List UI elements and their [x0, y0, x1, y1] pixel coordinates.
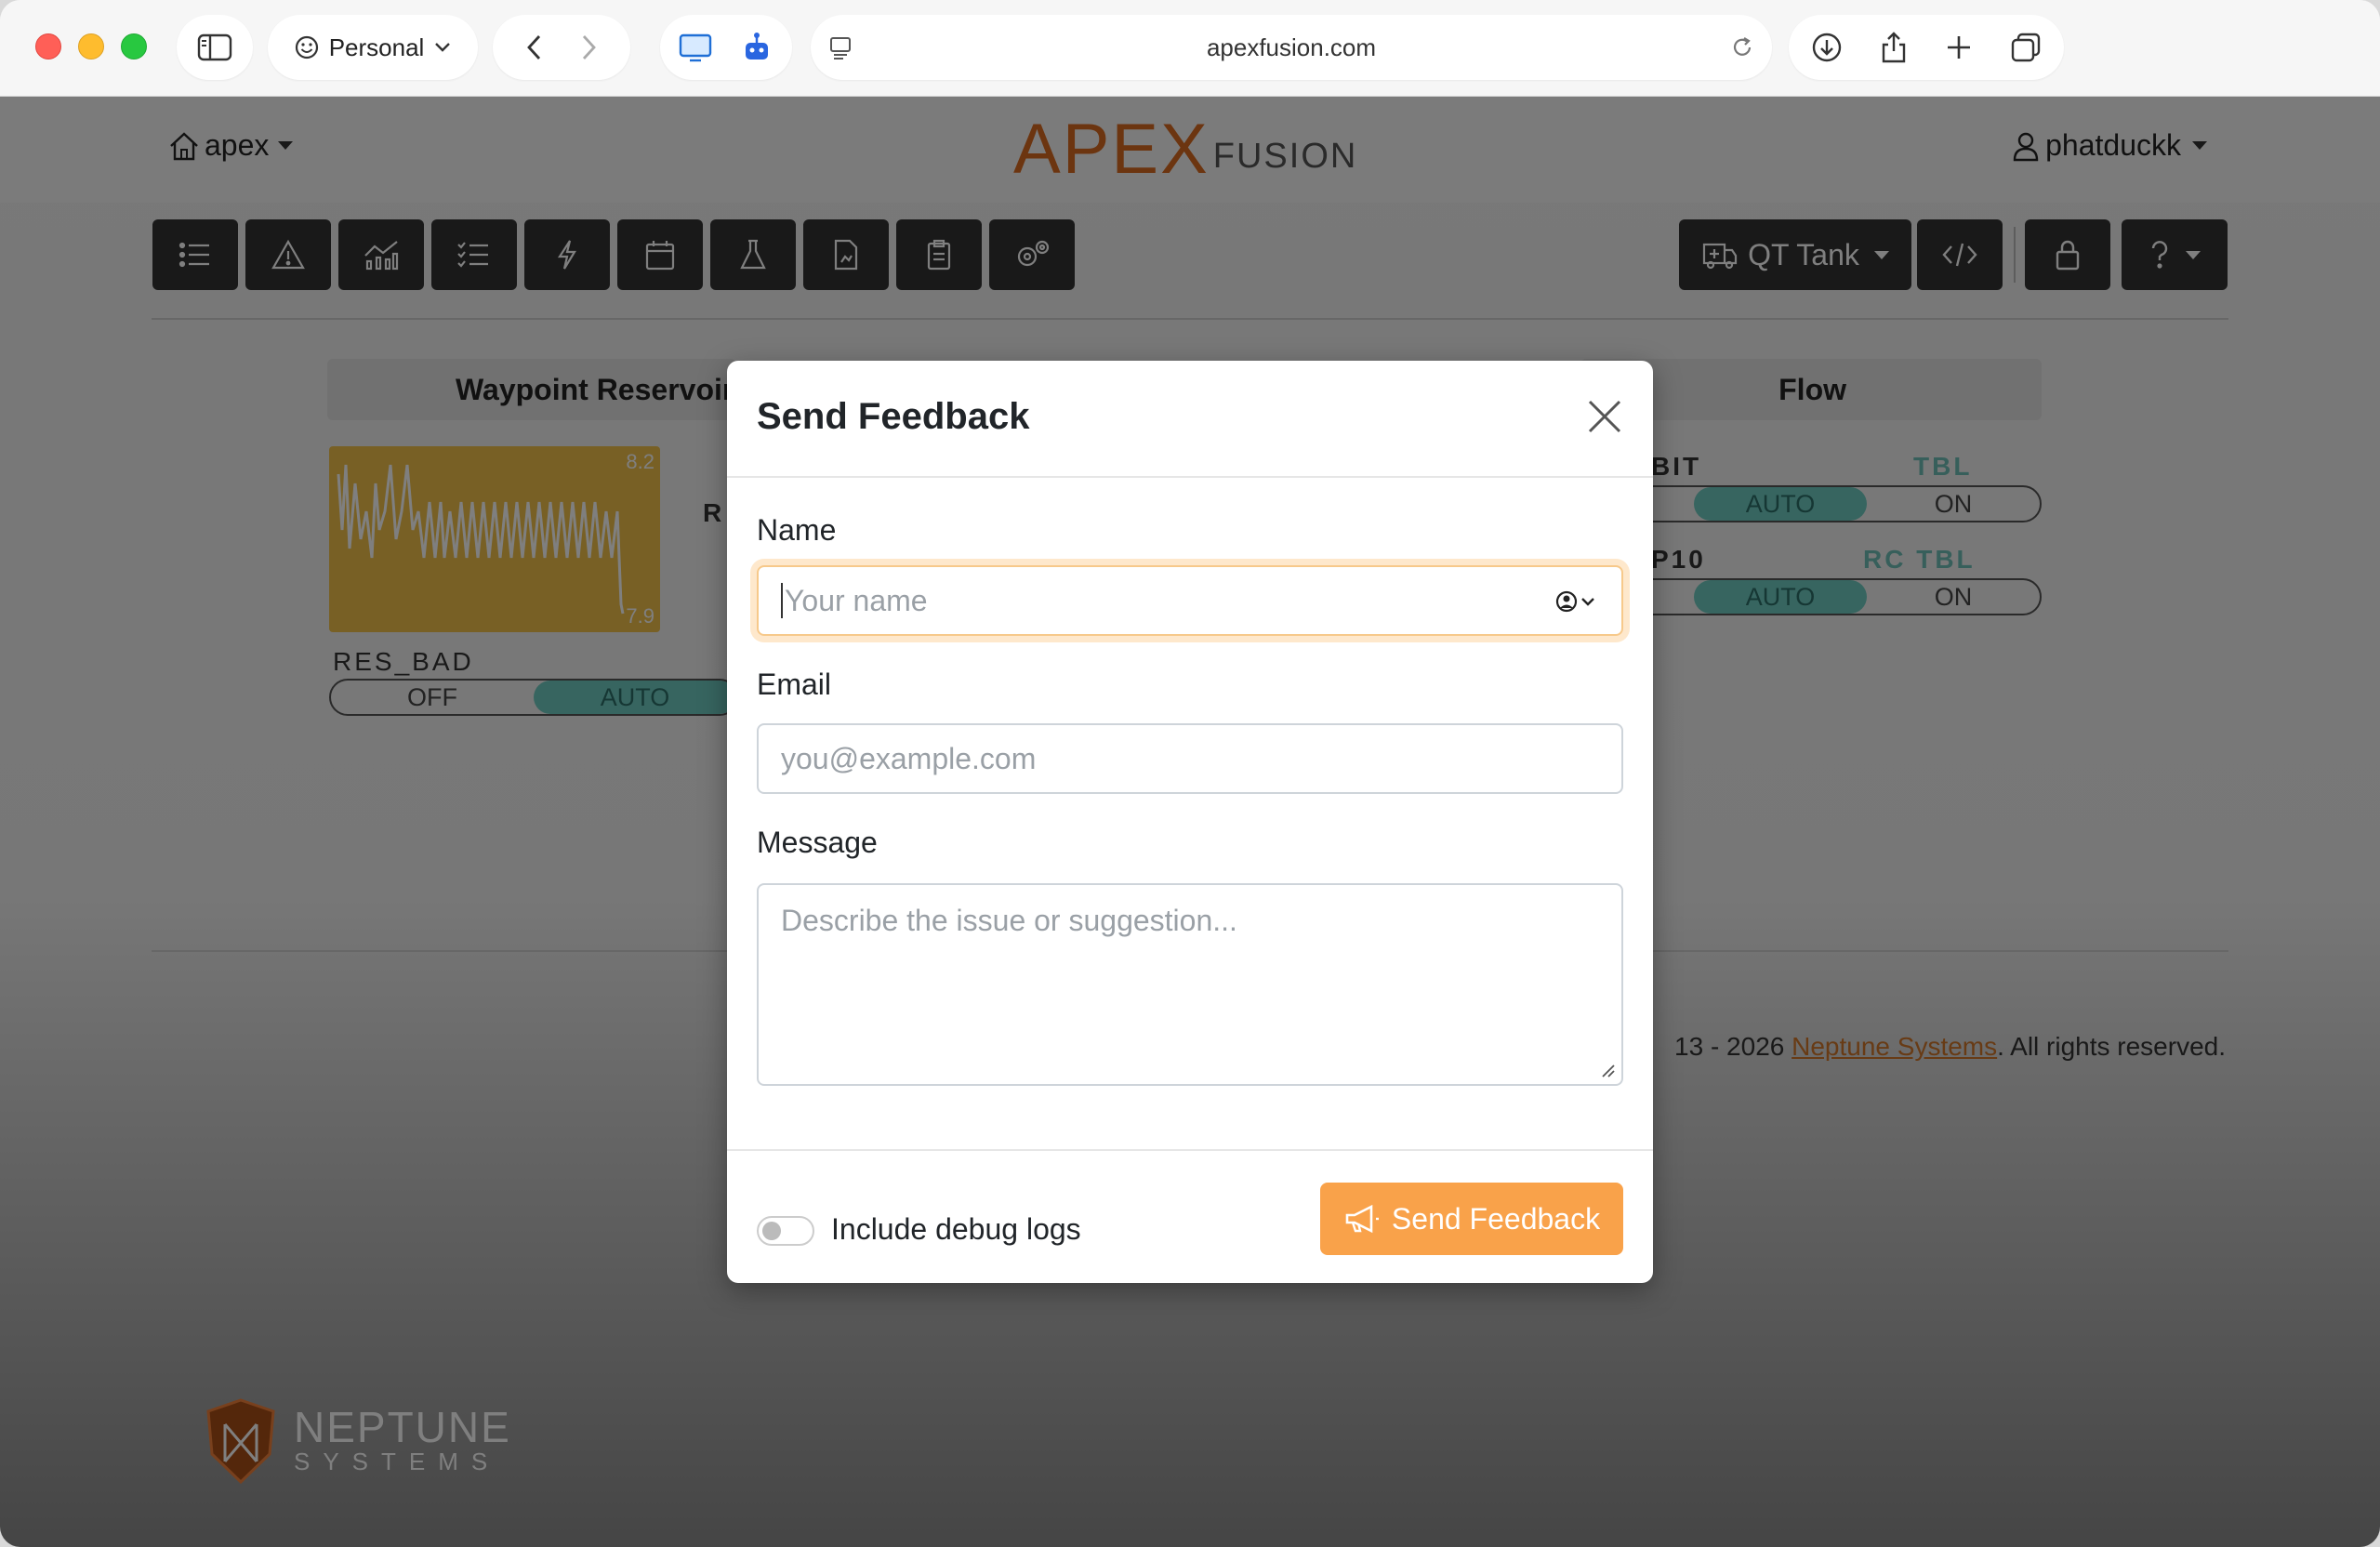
tab-overview-icon[interactable]: [2010, 32, 2042, 63]
send-feedback-button[interactable]: Send Feedback: [1320, 1183, 1623, 1255]
extensions-group: [660, 15, 792, 80]
modal-header: Send Feedback: [727, 361, 1653, 478]
modal-footer: Include debug logs Send Feedback: [727, 1149, 1653, 1283]
sidebar-icon: [197, 33, 232, 61]
modal-title: Send Feedback: [757, 396, 1030, 437]
autofill-contact-icon[interactable]: [1554, 588, 1597, 615]
reader-icon[interactable]: [827, 34, 853, 60]
email-placeholder: you@example.com: [781, 741, 1037, 775]
message-label: Message: [757, 826, 878, 859]
browser-toolbar: Personal apexfusion.com: [0, 0, 2380, 97]
profile-selector[interactable]: Personal: [268, 15, 478, 80]
close-icon[interactable]: [1584, 396, 1625, 437]
nav-buttons: [493, 15, 630, 80]
minimize-window-button[interactable]: [78, 33, 104, 60]
profile-label: Personal: [328, 33, 425, 61]
smiley-icon: [295, 35, 318, 60]
toggle-knob: [762, 1222, 781, 1240]
zoom-window-button[interactable]: [121, 33, 147, 60]
debug-logs-toggle[interactable]: [757, 1216, 814, 1246]
reload-icon[interactable]: [1729, 34, 1755, 60]
sidebar-toggle-button[interactable]: [177, 15, 253, 80]
browser-actions: [1789, 15, 2064, 80]
url-text: apexfusion.com: [1206, 33, 1377, 61]
back-icon[interactable]: [525, 33, 544, 61]
new-tab-icon[interactable]: [1945, 33, 1973, 61]
name-placeholder: Your name: [785, 583, 928, 617]
send-feedback-label: Send Feedback: [1391, 1201, 1601, 1236]
address-bar[interactable]: apexfusion.com: [811, 15, 1772, 80]
forward-icon[interactable]: [579, 33, 598, 61]
message-placeholder: Describe the issue or suggestion...: [781, 904, 1237, 937]
send-feedback-modal: Send Feedback Name Your name Email you@e…: [727, 361, 1653, 1283]
debug-logs-label: Include debug logs: [831, 1212, 1081, 1246]
email-input[interactable]: you@example.com: [757, 723, 1623, 794]
download-icon[interactable]: [1811, 32, 1843, 63]
resize-handle-icon[interactable]: [1597, 1060, 1616, 1078]
close-window-button[interactable]: [35, 33, 61, 60]
robot-extension-icon[interactable]: [740, 32, 774, 63]
chevron-down-icon: [435, 43, 451, 52]
share-icon[interactable]: [1880, 31, 1908, 64]
message-textarea[interactable]: Describe the issue or suggestion...: [757, 883, 1623, 1086]
email-label: Email: [757, 668, 832, 701]
megaphone-icon: [1345, 1204, 1379, 1234]
screen-extension-icon[interactable]: [679, 33, 712, 62]
browser-window: Personal apexfusion.com apex: [0, 0, 2380, 1547]
text-cursor: [781, 583, 783, 618]
name-label: Name: [757, 513, 837, 547]
name-input[interactable]: Your name: [757, 565, 1623, 636]
